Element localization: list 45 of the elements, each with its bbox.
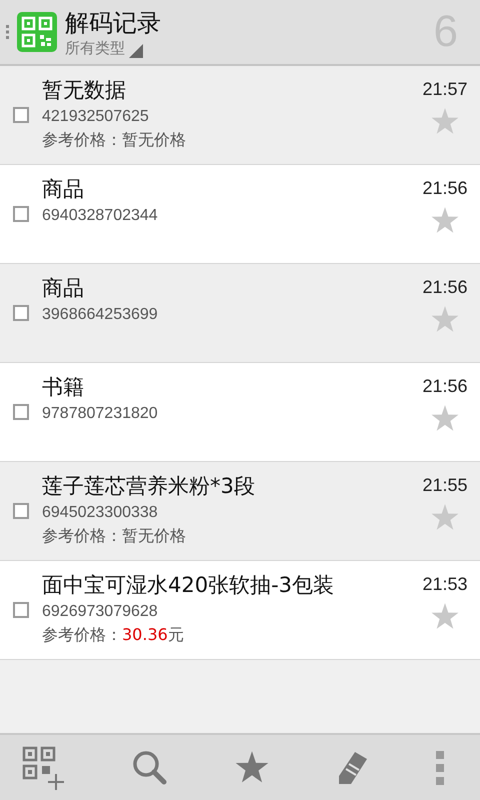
barcode-number: 9787807231820: [42, 404, 159, 424]
reference-price-text: 参考价格：暂无价格: [42, 525, 187, 547]
barcode-number: 6940328702344: [42, 206, 159, 226]
star-icon[interactable]: [431, 108, 459, 135]
overflow-menu-icon[interactable]: [436, 750, 444, 784]
pencil-icon[interactable]: [336, 750, 368, 786]
barcode-number: 3968664253699: [42, 305, 159, 325]
reference-price-text: 参考价格：30.36元: [42, 624, 185, 646]
record-time: 21:57: [422, 79, 468, 100]
record-row[interactable]: 面中宝可湿水420张软抽-3包装 6926973079628 参考价格：30.36元 21:53: [0, 561, 480, 660]
star-icon[interactable]: [431, 603, 459, 630]
record-title: 商品: [42, 176, 85, 203]
record-row[interactable]: 商品 6940328702344 21:56: [0, 165, 480, 264]
record-time: 21:53: [422, 574, 468, 595]
record-row[interactable]: 书籍 9787807231820 21:56: [0, 363, 480, 462]
record-time: 21:55: [422, 475, 468, 496]
barcode-number: 421932507625: [42, 107, 150, 127]
record-title: 暂无数据: [42, 77, 127, 104]
qr-code-logo-icon[interactable]: [17, 12, 57, 52]
record-time: 21:56: [422, 277, 468, 298]
checkbox[interactable]: [13, 602, 29, 618]
dropdown-triangle-icon[interactable]: [129, 44, 143, 58]
record-time: 21:56: [422, 178, 468, 199]
checkbox[interactable]: [13, 503, 29, 519]
record-title: 商品: [42, 275, 85, 302]
star-icon[interactable]: [431, 306, 459, 333]
qr-code-add-icon[interactable]: [22, 746, 64, 790]
checkbox[interactable]: [13, 305, 29, 321]
search-icon[interactable]: [132, 750, 168, 786]
record-title: 莲子莲芯营养米粉*3段: [42, 473, 256, 500]
star-icon[interactable]: [431, 207, 459, 234]
record-title: 面中宝可湿水420张软抽-3包装: [42, 572, 336, 599]
checkbox[interactable]: [13, 206, 29, 222]
record-time: 21:56: [422, 376, 468, 397]
screen-title: 解码记录: [65, 8, 162, 38]
record-title: 书籍: [42, 374, 85, 401]
checkbox[interactable]: [13, 404, 29, 420]
star-icon[interactable]: [235, 751, 269, 784]
reference-price-text: 参考价格：暂无价格: [42, 129, 187, 151]
star-icon[interactable]: [431, 405, 459, 432]
overflow-dots-icon: [6, 25, 9, 39]
barcode-number: 6926973079628: [42, 602, 159, 622]
star-icon[interactable]: [431, 504, 459, 531]
barcode-number: 6945023300338: [42, 503, 159, 523]
checkbox[interactable]: [13, 107, 29, 123]
